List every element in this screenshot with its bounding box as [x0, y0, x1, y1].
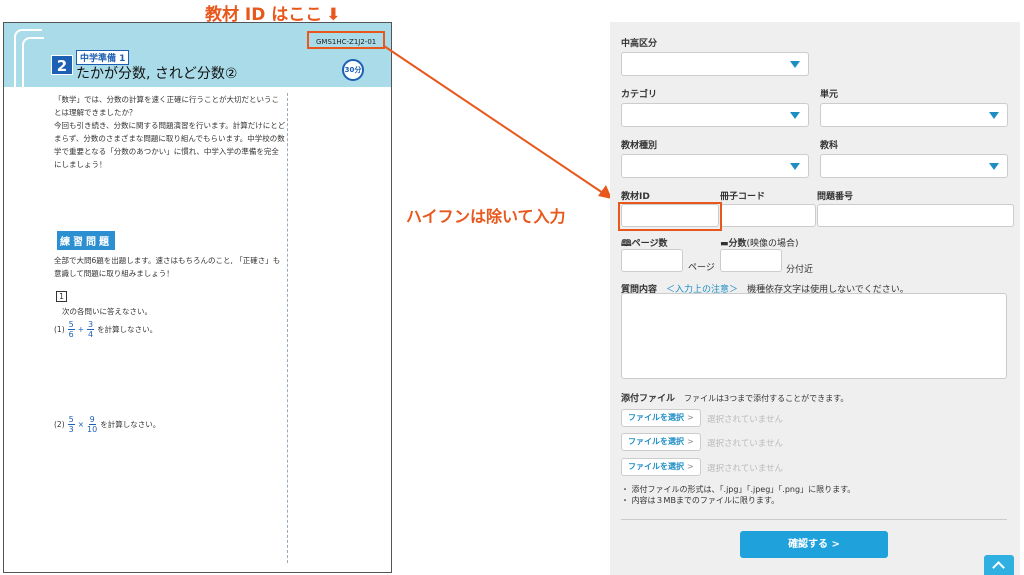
minutes-label: ▬分数(映像の場合) — [720, 236, 799, 249]
unit-label: 単元 — [820, 90, 839, 100]
file-status-1: 選択されていません — [707, 415, 783, 425]
page-count-input[interactable] — [621, 249, 683, 272]
scroll-to-top-button[interactable] — [984, 555, 1014, 575]
category-label: カテゴリ — [621, 90, 658, 100]
question-number-label: 問題番号 — [817, 192, 854, 202]
confirm-button[interactable]: 確認する > — [740, 531, 888, 558]
chevron-right-icon: > — [687, 437, 694, 446]
page-count-label-text: ページ数 — [631, 239, 668, 249]
minutes-input[interactable] — [720, 249, 782, 272]
chevron-down-icon — [790, 163, 800, 170]
minutes-unit: 分付近 — [786, 265, 814, 275]
minutes-label-text: 分数 — [728, 239, 747, 249]
chevron-down-icon — [790, 61, 800, 68]
attachment-rule-1: ・ 添付ファイルの形式は、「.jpg」「.jpeg」「.png」に限ります。 — [621, 485, 856, 494]
material-id-field-label: 教材ID — [621, 192, 650, 202]
attachments-note: ファイルは3つまで添付することができます。 — [684, 394, 849, 403]
file-status-3: 選択されていません — [707, 464, 783, 474]
choose-file-label: ファイルを選択 — [628, 437, 684, 446]
minutes-label-note: (映像の場合) — [746, 239, 799, 249]
attachments-label: 添付ファイル ファイルは3つまで添付することができます。 — [621, 391, 848, 404]
book-icon: 🕮 — [621, 239, 632, 249]
material-id-input-highlight — [618, 202, 722, 231]
question-number-input[interactable] — [817, 204, 1014, 227]
subject-label: 教科 — [820, 141, 839, 151]
form-divider — [621, 519, 1007, 520]
annotation-remove-hyphen: ハイフンは除いて入力 — [406, 207, 566, 226]
material-type-label: 教材種別 — [621, 141, 658, 151]
category-select[interactable] — [621, 103, 809, 127]
chevron-down-icon — [989, 112, 999, 119]
subject-select[interactable] — [820, 154, 1008, 178]
choose-file-button-3[interactable]: ファイルを選択 > — [621, 458, 701, 476]
chevron-right-icon: > — [687, 413, 694, 422]
screenshot-stage: 教材 ID はここ ⬇ 2 中学準備 1 たかが分数, されど分数② GMS1HC… — [0, 0, 1024, 575]
choose-file-label: ファイルを選択 — [628, 462, 684, 471]
unit-select[interactable] — [820, 103, 1008, 127]
booklet-code-label: 冊子コード — [720, 192, 766, 202]
school-level-select[interactable] — [621, 52, 809, 76]
material-type-select[interactable] — [621, 154, 809, 178]
question-content-textarea[interactable] — [621, 293, 1007, 379]
booklet-code-input[interactable] — [720, 204, 816, 227]
chevron-right-icon: > — [687, 462, 694, 471]
choose-file-label: ファイルを選択 — [628, 413, 684, 422]
chevron-up-icon — [992, 561, 1005, 574]
page-unit: ページ — [688, 263, 715, 273]
school-level-label: 中高区分 — [621, 39, 658, 49]
choose-file-button-2[interactable]: ファイルを選択 > — [621, 433, 701, 451]
file-status-2: 選択されていません — [707, 439, 783, 449]
choose-file-button-1[interactable]: ファイルを選択 > — [621, 409, 701, 427]
chevron-down-icon — [790, 112, 800, 119]
attachments-label-text: 添付ファイル — [621, 394, 676, 404]
inquiry-form: 中高区分 カテゴリ 単元 教材種別 教科 教材ID 冊子コード 問題番号 🕮ペー… — [610, 22, 1020, 575]
video-icon: ▬ — [720, 239, 729, 249]
chevron-down-icon — [989, 163, 999, 170]
attachment-rule-2: ・ 内容は３MBまでのファイルに限ります。 — [621, 496, 780, 505]
